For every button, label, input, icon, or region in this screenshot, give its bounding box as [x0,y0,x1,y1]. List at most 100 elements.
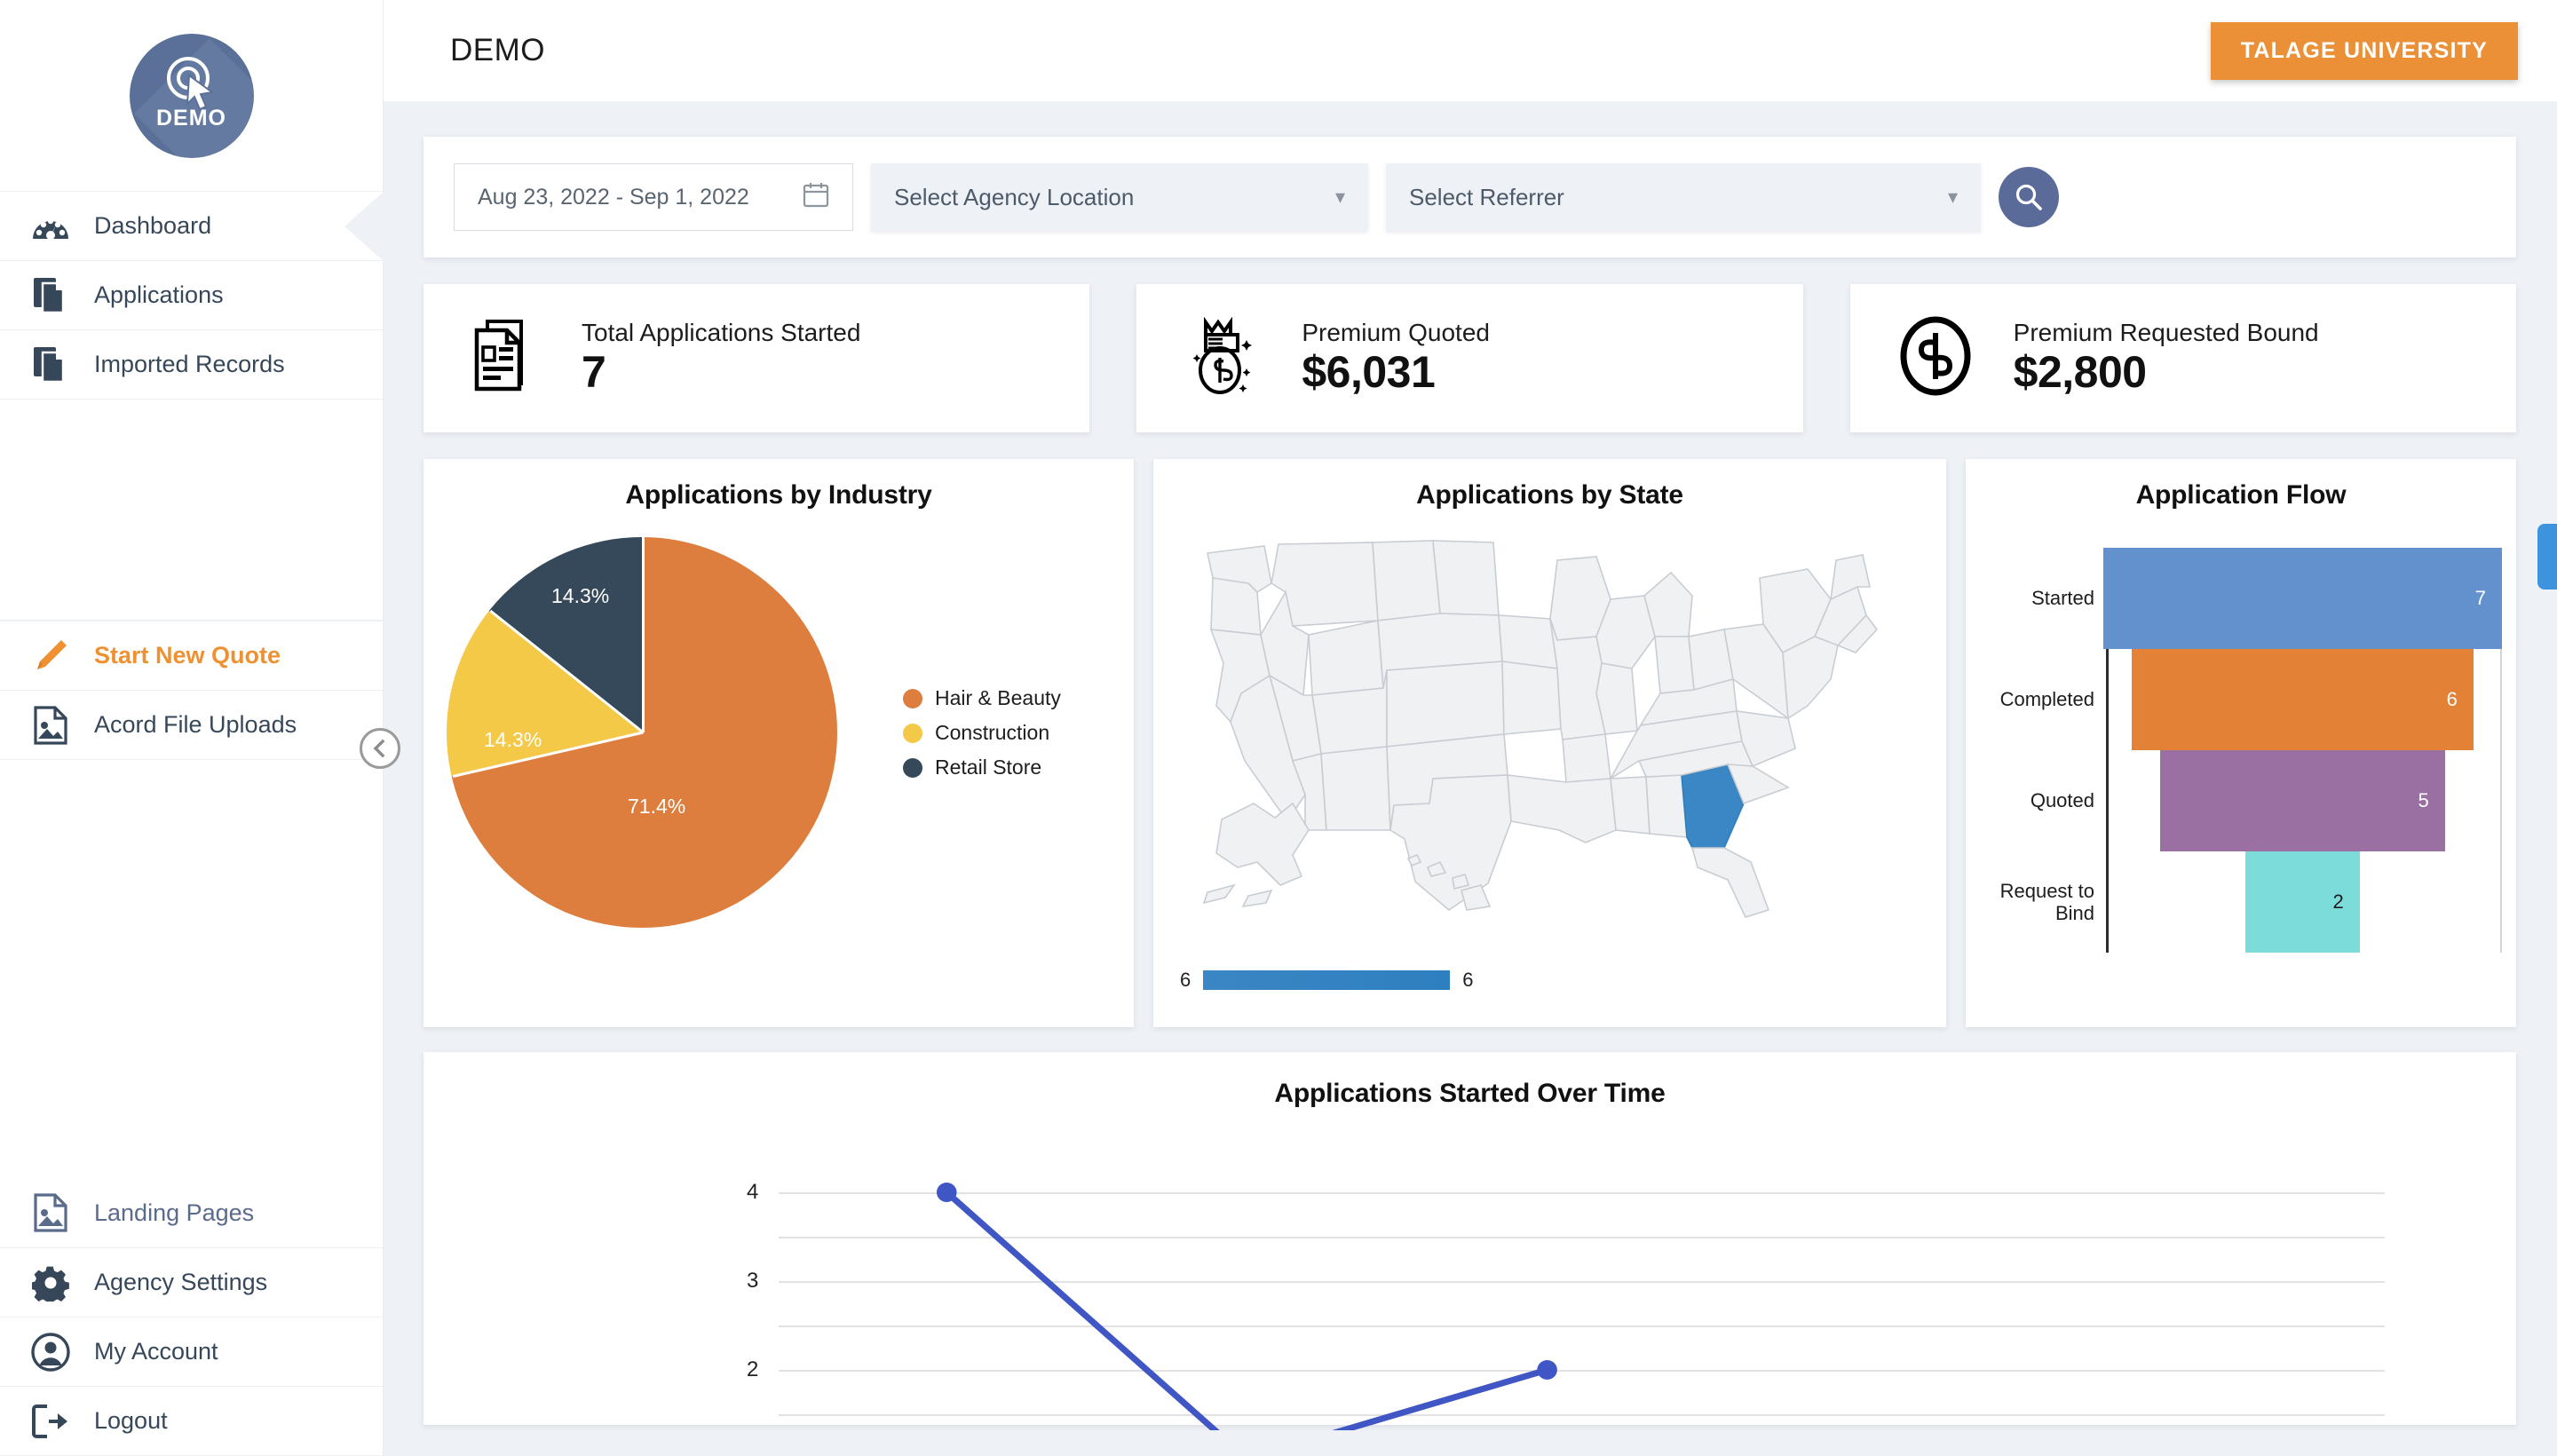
funnel-row: Request to Bind 2 [1966,851,2502,953]
sidebar-item-acord-file-uploads[interactable]: Acord File Uploads [0,690,383,759]
funnel-category-label: Request to Bind [1999,879,2094,924]
legend-color-swatch [903,723,922,743]
pie-legend: Hair & Beauty Construction Retail Store [903,686,1061,779]
talage-university-button[interactable]: TALAGE UNIVERSITY [2210,21,2518,80]
sidebar-item-label: Logout [94,1407,168,1434]
sidebar-item-label: Applications [94,281,224,308]
logout-icon [30,1404,71,1439]
sidebar-item-label: Agency Settings [94,1269,268,1295]
legend-label: Retail Store [935,756,1042,779]
top-bar: DEMO TALAGE UNIVERSITY [383,0,2557,101]
chart-title: Application Flow [2135,480,2347,510]
feedback-tab[interactable] [2537,524,2557,590]
document-list-icon [471,318,541,399]
agency-location-value: Select Agency Location [894,183,1135,210]
referrer-select[interactable]: Select Referrer ▾ [1386,163,1981,231]
map-legend: 6 6 [1180,969,1474,992]
funnel-category-label: Completed [1999,688,2094,711]
funnel-chart: Started 7 Completed 6 Quoted 5 Request t… [1966,537,2516,990]
dashboard-app: DEMO Dashboard Applications Imported Rec… [0,0,2557,1456]
stat-label: Premium Quoted [1302,318,1490,346]
stat-value: $2,800 [2013,346,2147,397]
map-legend-max: 6 [1462,969,1474,991]
sidebar-item-label: Dashboard [94,212,212,239]
image-file-icon [30,705,71,745]
funnel-bar: 6 [2132,649,2474,750]
date-range-value: Aug 23, 2022 - Sep 1, 2022 [478,184,749,210]
pie-slice-label: 14.3% [484,728,542,751]
sidebar-item-label: Acord File Uploads [94,711,297,738]
active-indicator [344,192,384,261]
brand-logo[interactable]: DEMO [0,0,383,191]
sidebar-item-imported-records[interactable]: Imported Records [0,329,383,399]
pencil-icon [30,637,71,675]
sidebar-item-logout[interactable]: Logout [0,1386,383,1455]
funnel-bar-value: 5 [2418,789,2429,811]
funnel-bar-value: 6 [2446,688,2458,710]
sidebar-item-applications[interactable]: Applications [0,260,383,329]
main-region: DEMO TALAGE UNIVERSITY Aug 23, 2022 - Se… [383,0,2557,1456]
sidebar-item-label: Imported Records [94,351,285,377]
agency-location-select[interactable]: Select Agency Location ▾ [871,163,1368,231]
funnel-row: Quoted 5 [1966,750,2502,851]
stat-card-premium-bound: Premium Requested Bound $2,800 [1849,284,2516,432]
calendar-icon [803,181,829,214]
usa-map: 6 6 [1153,510,1946,1008]
search-icon [2015,184,2042,210]
sidebar-collapse-button[interactable] [360,728,400,769]
sidebar-item-label: My Account [94,1338,218,1365]
sidebar: DEMO Dashboard Applications Imported Rec… [0,0,384,1456]
funnel-row: Completed 6 [1966,649,2502,750]
sidebar-item-start-new-quote[interactable]: Start New Quote [0,621,383,690]
sidebar-item-dashboard[interactable]: Dashboard [0,191,384,261]
funnel-bar: 2 [2245,851,2360,953]
chart-title: Applications Started Over Time [1274,1079,1666,1108]
funnel-bar: 5 [2160,750,2445,851]
charts-row: Applications by Industry 71.4% 14.3% 14.… [424,459,2516,1027]
sidebar-item-landing-pages[interactable]: Landing Pages [0,1178,383,1247]
documents-icon [30,277,71,314]
legend-item: Construction [903,721,1061,745]
funnel-bar-value: 7 [2474,587,2486,609]
pie-slice-label: 14.3% [551,584,610,607]
funnel-row: Started 7 [1966,548,2502,649]
sidebar-item-label: Start New Quote [94,642,281,669]
stat-card-total-applications: Total Applications Started 7 [424,284,1090,432]
applications-by-state-card: Applications by State 6 6 [1153,459,1946,1027]
funnel-category-label: Quoted [2030,789,2094,812]
funnel-bar-value: 2 [2332,890,2344,913]
line-chart: 4 3 2 [424,1137,2516,1430]
line-series [936,1183,1557,1430]
funnel-category-label: Started [2031,587,2094,610]
image-file-icon [30,1193,71,1232]
gauge-icon [30,213,71,240]
applications-by-industry-card: Applications by Industry 71.4% 14.3% 14.… [424,459,1134,1027]
legend-label: Hair & Beauty [935,686,1061,709]
documents-icon [30,346,71,384]
stat-card-premium-quoted: Premium Quoted $6,031 [1136,284,1803,432]
legend-item: Hair & Beauty [903,686,1061,710]
filter-bar: Aug 23, 2022 - Sep 1, 2022 Select Agency… [424,137,2516,257]
dollar-circle-icon [1898,316,1973,400]
user-circle-icon [30,1332,71,1372]
content-area: Aug 23, 2022 - Sep 1, 2022 Select Agency… [383,101,2557,1456]
usa-map-svg [1202,540,1878,918]
sidebar-bottom-group: Landing Pages Agency Settings My Account… [0,1178,383,1456]
chevron-down-icon: ▾ [1334,186,1345,208]
stat-label: Total Applications Started [582,318,861,346]
chevron-left-circle-icon [373,739,385,758]
sidebar-item-my-account[interactable]: My Account [0,1317,383,1386]
map-legend-min: 6 [1180,969,1191,991]
date-range-input[interactable]: Aug 23, 2022 - Sep 1, 2022 [454,163,853,231]
pie-chart: 71.4% 14.3% 14.3% Hair & Beauty Construc… [424,528,1134,990]
search-button[interactable] [1999,167,2059,227]
funnel-bar: 7 [2103,548,2502,649]
stat-value: $6,031 [1302,346,1436,397]
application-flow-card: Application Flow Started 7 Completed 6 Q… [1966,459,2516,1027]
sidebar-item-agency-settings[interactable]: Agency Settings [0,1247,383,1317]
applications-over-time-card: Applications Started Over Time 4 3 2 [424,1052,2516,1430]
referrer-value: Select Referrer [1409,183,1564,210]
chevron-down-icon: ▾ [1947,186,1958,208]
gear-icon [30,1264,71,1302]
stat-label: Premium Requested Bound [2013,318,2319,346]
